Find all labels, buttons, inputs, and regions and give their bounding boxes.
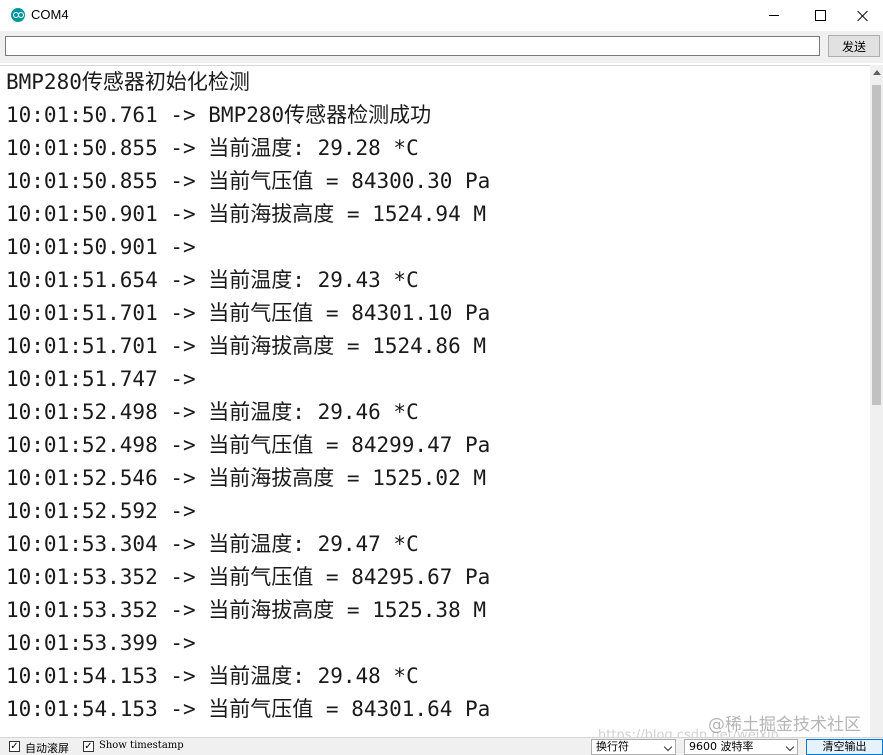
minimize-icon [769, 15, 779, 16]
vertical-scrollbar[interactable] [870, 65, 883, 737]
output-line: 10:01:52.592 -> [6, 499, 209, 523]
baud-rate-value: 9600 波特率 [689, 740, 754, 753]
output-line: BMP280传感器初始化检测 [6, 70, 250, 94]
status-bar: ✓ 自动滚屏 ✓ Show timestamp 换行符 9600 波特率 清空输… [0, 737, 883, 755]
maximize-button[interactable] [797, 0, 843, 31]
output-line: 10:01:51.701 -> 当前气压值 = 84301.10 Pa [6, 301, 491, 325]
close-icon [857, 10, 869, 22]
window-title: COM4 [31, 7, 69, 22]
output-line: 10:01:51.747 -> [6, 367, 209, 391]
timestamp-label[interactable]: Show timestamp [99, 740, 184, 751]
output-line: 10:01:50.855 -> 当前气压值 = 84300.30 Pa [6, 169, 491, 193]
autoscroll-label[interactable]: 自动滚屏 [25, 740, 69, 755]
output-line: 10:01:51.701 -> 当前海拔高度 = 1524.86 M [6, 334, 487, 358]
close-button[interactable] [843, 0, 883, 31]
title-bar: COM4 [0, 0, 883, 31]
output-line: 10:01:53.304 -> 当前温度: 29.47 *C [6, 532, 419, 556]
output-line: 10:01:51.654 -> 当前温度: 29.43 *C [6, 268, 419, 292]
line-ending-select[interactable]: 换行符 [591, 739, 676, 755]
serial-monitor-window: COM4 发送 BMP280传感器初始化检测 10:01:50.761 -> BM… [0, 0, 883, 755]
scroll-up-icon[interactable] [873, 70, 881, 75]
output-line: 10:01:50.855 -> 当前温度: 29.28 *C [6, 136, 419, 160]
chevron-down-icon [663, 742, 673, 752]
maximize-icon [814, 10, 826, 21]
output-line: 10:01:53.352 -> 当前气压值 = 84295.67 Pa [6, 565, 491, 589]
baud-rate-select[interactable]: 9600 波特率 [684, 739, 798, 755]
output-line: 10:01:50.901 -> [6, 235, 209, 259]
send-button[interactable]: 发送 [828, 35, 880, 57]
autoscroll-checkbox[interactable]: ✓ [9, 741, 20, 752]
clear-output-button[interactable]: 清空输出 [806, 739, 883, 755]
output-line: 10:01:53.399 -> [6, 631, 209, 655]
output-line: 10:01:52.498 -> 当前气压值 = 84299.47 Pa [6, 433, 491, 457]
watermark: @稀土掘金技术社区 [708, 715, 861, 735]
line-ending-value: 换行符 [596, 740, 629, 753]
minimize-button[interactable] [751, 0, 797, 31]
arduino-icon [11, 8, 25, 22]
output-line: 10:01:50.761 -> BMP280传感器检测成功 [6, 103, 432, 127]
timestamp-checkbox[interactable]: ✓ [83, 741, 94, 752]
send-input[interactable] [5, 36, 820, 56]
chevron-down-icon [785, 742, 795, 752]
output-line: 10:01:52.498 -> 当前温度: 29.46 *C [6, 400, 419, 424]
send-row: 发送 [0, 31, 883, 63]
output-line: 10:01:54.153 -> 当前气压值 = 84301.64 Pa [6, 697, 491, 721]
output-line: 10:01:52.546 -> 当前海拔高度 = 1525.02 M [6, 466, 487, 490]
output-line: 10:01:54.153 -> 当前温度: 29.48 *C [6, 664, 419, 688]
serial-output[interactable]: BMP280传感器初始化检测 10:01:50.761 -> BMP280传感器检… [0, 65, 870, 738]
output-line: 10:01:50.901 -> 当前海拔高度 = 1524.94 M [6, 202, 487, 226]
output-line: 10:01:53.352 -> 当前海拔高度 = 1525.38 M [6, 598, 487, 622]
scrollbar-thumb[interactable] [872, 85, 881, 405]
